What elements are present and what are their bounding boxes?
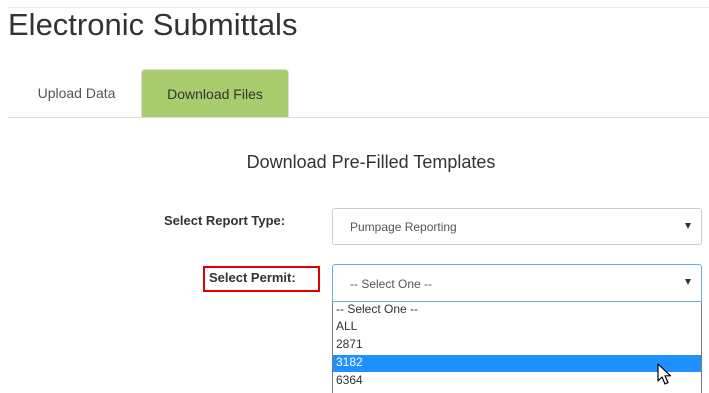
tab-upload-data[interactable]: Upload Data [15,69,138,117]
permit-option-6364[interactable]: 6364 [333,373,701,390]
tab-download-files[interactable]: Download Files [141,69,289,118]
report-type-value: Pumpage Reporting [350,220,457,234]
permit-dropdown-list[interactable]: -- Select One -- ALL 2871 3182 6364 [332,302,702,393]
permit-select-value: -- Select One -- [350,277,433,291]
report-type-select[interactable]: Pumpage Reporting [332,208,702,245]
caret-down-icon [685,223,691,229]
permit-option-select-one[interactable]: -- Select One -- [333,302,701,319]
caret-down-icon [685,279,691,285]
permit-option-all[interactable]: ALL [333,319,701,336]
permit-option-3182[interactable]: 3182 [333,355,701,372]
permit-option-2871[interactable]: 2871 [333,337,701,354]
report-type-label: Select Report Type: [164,213,286,228]
permit-select[interactable]: -- Select One -- [332,264,702,302]
permit-label: Select Permit: [209,270,296,285]
tab-bar-divider [8,117,709,118]
section-title: Download Pre-Filled Templates [246,152,496,172]
page-title: Electronic Submittals [8,7,298,42]
mouse-pointer-icon [657,363,672,385]
